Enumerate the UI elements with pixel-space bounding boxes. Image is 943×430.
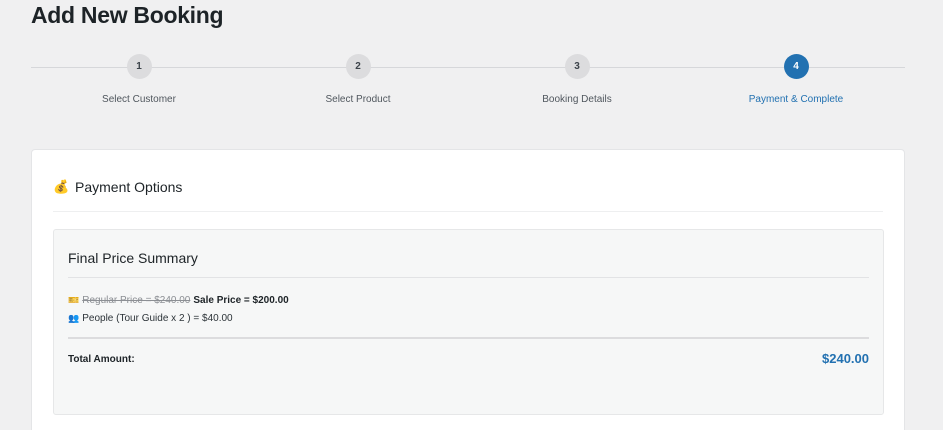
step-number: 3 [564,54,590,79]
total-amount-label: Total Amount: [68,354,135,365]
people-icon: 👥 [68,313,80,323]
step-label: Select Product [325,94,391,105]
step-payment-complete[interactable]: 4 Payment & Complete [716,51,876,105]
page-title: Add New Booking [31,2,224,28]
payment-options-header: 💰 Payment Options [53,176,883,212]
people-price: People (Tour Guide x 2 ) = $40.00 [82,313,233,324]
people-line: 👥 People (Tour Guide x 2 ) = $40.00 [68,313,233,324]
step-number: 1 [126,54,152,79]
step-label: Select Customer [102,94,176,105]
sale-price: Sale Price = $200.00 [193,295,289,306]
money-bag-icon: 💰 [53,179,70,194]
step-label: Booking Details [542,94,612,105]
ticket-icon: 🎫 [68,295,80,305]
summary-divider [68,277,869,278]
price-line: 🎫 Regular Price = $240.00 Sale Price = $20… [68,295,289,306]
step-number: 4 [783,54,809,79]
booking-stepper: 1 Select Customer 2 Select Product 3 Boo… [31,51,905,111]
regular-price: Regular Price = $240.00 [82,295,191,306]
payment-options-title: Payment Options [75,179,183,195]
step-booking-details[interactable]: 3 Booking Details [497,51,657,105]
total-divider [68,337,869,339]
step-label: Payment & Complete [748,94,844,105]
total-amount-value: $240.00 [822,351,869,366]
summary-title: Final Price Summary [68,250,198,266]
booking-page: Add New Booking 1 Select Customer 2 Sele… [0,0,943,430]
step-number: 2 [345,54,371,79]
step-select-customer[interactable]: 1 Select Customer [59,51,219,105]
final-price-summary: Final Price Summary 🎫 Regular Price = $24… [53,229,884,415]
payment-options-card: 💰 Payment Options Final Price Summary 🎫 R… [31,149,905,430]
step-select-product[interactable]: 2 Select Product [278,51,438,105]
